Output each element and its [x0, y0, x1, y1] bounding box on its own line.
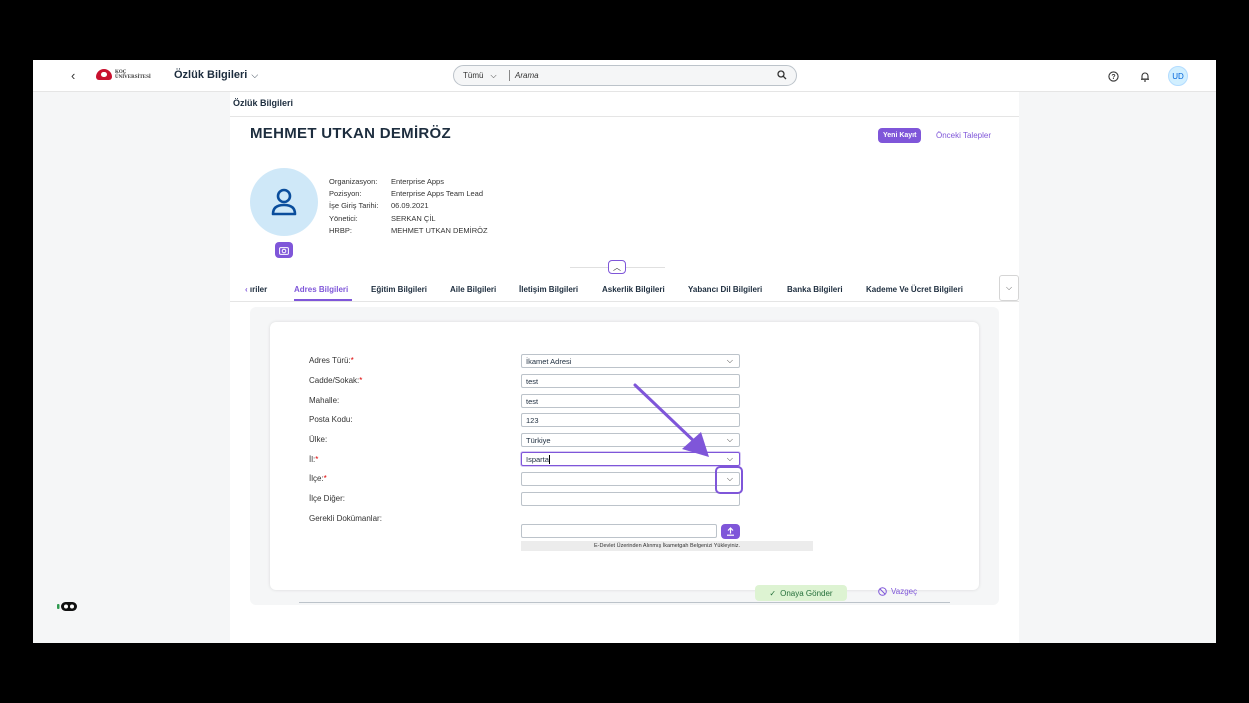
- required-mark: *: [350, 356, 354, 365]
- chevron-down-icon: ⌵: [726, 356, 733, 365]
- required-mark: *: [315, 455, 319, 464]
- label-text: Adres Türü:: [309, 356, 351, 365]
- search-scope-select[interactable]: Tümü ⌵: [454, 70, 510, 81]
- required-mark: *: [359, 376, 363, 385]
- district-dropdown-highlight: [715, 466, 743, 494]
- search-input[interactable]: Arama: [510, 71, 796, 80]
- user-avatar[interactable]: UD: [1168, 66, 1188, 86]
- other-district-input[interactable]: [521, 492, 740, 506]
- country-select[interactable]: Türkiye ⌵: [521, 433, 740, 447]
- search-scope-label: Tümü: [463, 71, 484, 80]
- button-label: Vazgeç: [891, 587, 918, 596]
- chevron-down-icon: ⌵: [490, 70, 497, 80]
- cancel-icon: [878, 587, 887, 596]
- notification-bell-icon[interactable]: [1136, 67, 1154, 85]
- district-select[interactable]: ⌵: [521, 472, 740, 486]
- postal-code-label: Posta Kodu:: [309, 415, 353, 424]
- district-label: İlçe:*: [309, 474, 327, 483]
- neighborhood-input[interactable]: test: [521, 394, 740, 408]
- logo-mark-icon: [96, 69, 112, 80]
- search-bar: Tümü ⌵ Arama: [453, 65, 797, 86]
- required-documents-label: Gerekli Dokümanlar:: [309, 514, 382, 523]
- chevron-left-icon: ‹: [71, 68, 76, 83]
- svg-text:?: ?: [1111, 74, 1115, 81]
- checkmark-icon: ✓: [769, 588, 777, 598]
- logo-line2: ÜNİVERSİTESİ: [115, 74, 151, 80]
- address-form: Adres Türü:* Cadde/Sokak:* Mahalle: Post…: [230, 92, 1019, 643]
- university-logo[interactable]: KOÇ ÜNİVERSİTESİ: [96, 69, 151, 80]
- document-file-input[interactable]: [521, 524, 717, 538]
- label-text: Cadde/Sokak:: [309, 376, 360, 385]
- select-value: Isparta: [526, 454, 549, 464]
- cancel-button[interactable]: Vazgeç: [878, 587, 917, 596]
- select-value: Türkiye: [526, 435, 551, 445]
- app-title-menu[interactable]: Özlük Bilgileri ⌵: [174, 69, 258, 81]
- button-label: Onaya Gönder: [780, 588, 833, 598]
- chevron-down-icon: ⌵: [251, 69, 259, 80]
- app-window: ‹ KOÇ ÜNİVERSİTESİ Özlük Bilgileri ⌵ Tüm…: [33, 60, 1216, 643]
- street-label: Cadde/Sokak:*: [309, 376, 362, 385]
- shell-actions: ? UD: [1104, 66, 1188, 86]
- country-label: Ülke:: [309, 435, 328, 444]
- select-value: İkamet Adresi: [526, 356, 572, 366]
- back-button[interactable]: ‹: [71, 68, 75, 83]
- app-title: Özlük Bilgileri: [174, 69, 248, 81]
- upload-hint: E-Devlet Üzerinden Alınmış İkametgah Bel…: [521, 541, 813, 551]
- street-input[interactable]: test: [521, 374, 740, 388]
- address-type-select[interactable]: İkamet Adresi ⌵: [521, 354, 740, 368]
- shell-bar: ‹ KOÇ ÜNİVERSİTESİ Özlük Bilgileri ⌵ Tüm…: [33, 60, 1216, 92]
- form-divider: [299, 602, 950, 603]
- search-icon[interactable]: [777, 70, 787, 83]
- chevron-down-icon: ⌵: [726, 435, 733, 444]
- province-select[interactable]: Isparta ⌵: [521, 452, 740, 466]
- label-text: İlçe:: [309, 474, 324, 483]
- chevron-down-icon: ⌵: [726, 454, 733, 463]
- neighborhood-label: Mahalle:: [309, 396, 340, 405]
- upload-icon: [727, 527, 734, 536]
- text-caret: [548, 454, 550, 464]
- help-icon[interactable]: ?: [1104, 67, 1122, 85]
- other-district-label: İlçe Diğer:: [309, 494, 346, 503]
- submit-for-approval-button[interactable]: ✓ Onaya Gönder: [755, 585, 847, 601]
- assistant-bot-icon[interactable]: [57, 600, 79, 612]
- upload-button[interactable]: [721, 524, 740, 539]
- required-mark: *: [323, 474, 327, 483]
- address-type-label: Adres Türü:*: [309, 356, 354, 365]
- postal-code-input[interactable]: 123: [521, 413, 740, 427]
- province-label: İl:*: [309, 455, 318, 464]
